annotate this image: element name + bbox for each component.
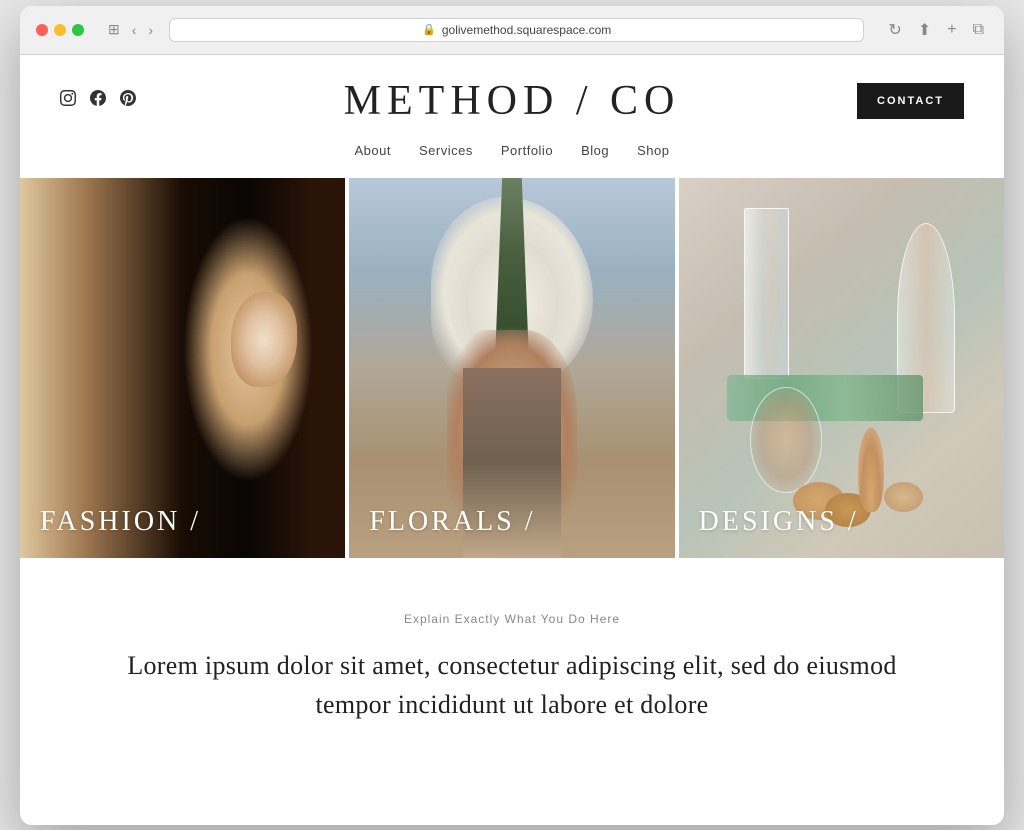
browser-actions: ↻ ⬆ + ⧉ [884,18,988,42]
nav-services[interactable]: Services [419,143,473,158]
traffic-lights [36,24,84,36]
fashion-label: FASHION / [40,506,201,538]
description-section: Explain Exactly What You Do Here Lorem i… [20,562,1004,754]
close-button[interactable] [36,24,48,36]
nav-blog[interactable]: Blog [581,143,609,158]
site-title-wrapper: METHOD / CO [344,77,681,125]
site-title: METHOD / CO [344,77,681,125]
url-text: golivemethod.squarespace.com [442,23,611,37]
new-tab-button[interactable]: + [943,18,960,42]
address-bar[interactable]: 🔒 golivemethod.squarespace.com [169,18,864,42]
pinterest-svg [120,90,136,106]
gallery-section: FASHION / FLORALS / [20,178,1004,558]
site-nav: About Services Portfolio Blog Shop [20,135,1004,174]
back-button[interactable]: ‹ [128,19,141,40]
instagram-icon[interactable] [60,90,76,111]
browser-window: ⊞ ‹ › 🔒 golivemethod.squarespace.com ↻ ⬆… [20,6,1004,825]
description-subtitle: Explain Exactly What You Do Here [120,612,904,626]
florals-label: FLORALS / [369,506,535,538]
site-header: METHOD / CO CONTACT [20,55,1004,135]
browser-chrome: ⊞ ‹ › 🔒 golivemethod.squarespace.com ↻ ⬆… [20,6,1004,55]
forward-button[interactable]: › [144,19,157,40]
window-icon[interactable]: ⊞ [104,19,124,40]
maximize-button[interactable] [72,24,84,36]
contact-button[interactable]: CONTACT [857,83,964,119]
share-button[interactable]: ⬆ [914,18,935,42]
browser-controls: ⊞ ‹ › [104,19,157,40]
tabs-button[interactable]: ⧉ [969,18,988,42]
facebook-svg [90,90,106,106]
gallery-item-fashion[interactable]: FASHION / [20,178,345,558]
minimize-button[interactable] [54,24,66,36]
lock-icon: 🔒 [422,23,436,36]
facebook-icon[interactable] [90,90,106,111]
social-icons [60,90,136,111]
nav-portfolio[interactable]: Portfolio [501,143,553,158]
nav-shop[interactable]: Shop [637,143,669,158]
nav-about[interactable]: About [355,143,391,158]
designs-label: DESIGNS / [699,506,859,538]
gallery-item-florals[interactable]: FLORALS / [349,178,674,558]
instagram-svg [60,90,76,106]
description-body: Lorem ipsum dolor sit amet, consectetur … [120,646,904,724]
website-content: METHOD / CO CONTACT About Services Portf… [20,55,1004,825]
pinterest-icon[interactable] [120,90,136,111]
gallery-item-designs[interactable]: DESIGNS / [679,178,1004,558]
reload-button[interactable]: ↻ [884,18,905,42]
